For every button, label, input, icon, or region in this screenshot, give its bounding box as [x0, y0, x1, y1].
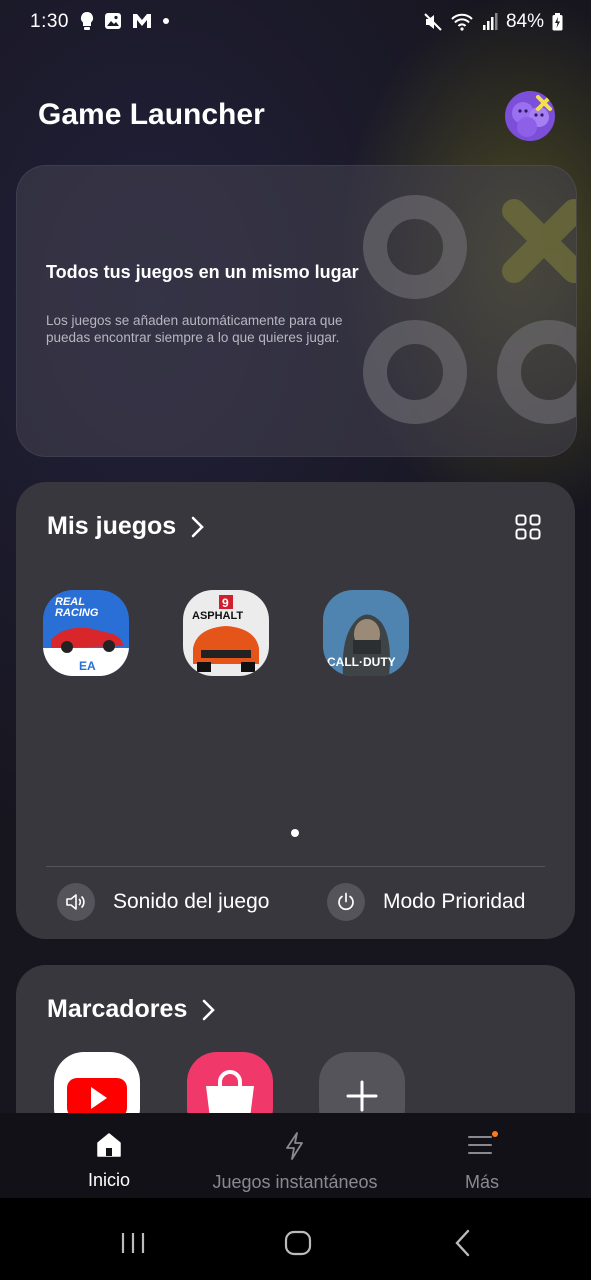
game-tile-text: 9: [222, 596, 229, 610]
bolt-icon: [286, 1132, 303, 1160]
chevron-right-icon: [191, 516, 205, 537]
game-tile-text: CALL·DUTY: [327, 655, 396, 669]
real-racing-icon: REAL RACING EA: [43, 590, 129, 676]
call-of-duty-icon: CALL·DUTY: [323, 590, 409, 676]
gallery-icon: [105, 13, 121, 29]
battery-percentage: 84%: [505, 11, 544, 32]
power-icon: [327, 883, 365, 921]
game-asphalt[interactable]: 9 ASPHALT: [183, 590, 269, 676]
bookmarks-title: Marcadores: [47, 995, 188, 1023]
signal-icon: [482, 13, 498, 30]
bottom-navigation: Inicio Juegos instantáneos Más: [0, 1113, 591, 1198]
banner-body: Los juegos se añaden automáticamente par…: [46, 313, 343, 345]
avatar-icon: [512, 95, 552, 137]
system-icons: 84%: [424, 11, 563, 33]
nav-more-label: Más: [464, 1172, 499, 1192]
profile-avatar[interactable]: [505, 91, 555, 141]
nav-instant-games[interactable]: Juegos instantáneos: [205, 1131, 385, 1193]
game-tile-text: EA: [79, 659, 96, 673]
nav-home[interactable]: Inicio: [68, 1131, 150, 1191]
back-icon[interactable]: [454, 1229, 472, 1257]
recent-apps-icon[interactable]: [120, 1231, 146, 1255]
game-sound-button[interactable]: Sonido del juego: [57, 883, 269, 921]
more-notifications-dot-icon: [163, 18, 169, 24]
notification-icons: [80, 12, 170, 30]
info-banner[interactable]: Todos tus juegos en un mismo lugar Los j…: [16, 165, 577, 457]
tictactoe-decoration-icon: [363, 195, 576, 424]
my-games-card: Mis juegos REAL RACING EA 9 ASPHALT CALL…: [16, 482, 575, 939]
game-sound-label: Sonido del juego: [113, 890, 270, 913]
game-tile-text: ASPHALT: [192, 610, 243, 622]
wifi-icon: [451, 13, 473, 31]
nav-more[interactable]: Más: [442, 1131, 522, 1193]
bulb-icon: [80, 12, 94, 30]
grid-view-icon[interactable]: [515, 514, 541, 540]
my-games-title: Mis juegos: [47, 512, 177, 540]
my-games-header[interactable]: Mis juegos: [47, 512, 205, 541]
nav-home-label: Inicio: [87, 1170, 131, 1190]
battery-charging-icon: [552, 13, 563, 31]
status-bar: 1:30 84%: [0, 0, 591, 44]
messages-icon: [133, 14, 151, 28]
game-real-racing[interactable]: REAL RACING EA: [43, 590, 129, 676]
menu-icon: [468, 1131, 498, 1154]
divider: [46, 866, 545, 867]
bookmarks-header[interactable]: Marcadores: [47, 995, 216, 1024]
home-button-icon[interactable]: [284, 1230, 312, 1256]
priority-mode-button[interactable]: Modo Prioridad: [327, 883, 525, 921]
speaker-icon: [57, 883, 95, 921]
status-time: 1:30: [30, 11, 69, 32]
asphalt-icon: 9 ASPHALT: [183, 590, 269, 676]
priority-mode-label: Modo Prioridad: [383, 890, 526, 913]
nav-instant-games-label: Juegos instantáneos: [212, 1172, 378, 1192]
banner-heading: Todos tus juegos en un mismo lugar: [46, 262, 359, 282]
game-tile-text: RACING: [55, 607, 99, 619]
page-title: Game Launcher: [38, 98, 265, 131]
mute-icon: [424, 13, 442, 31]
game-call-of-duty[interactable]: CALL·DUTY: [323, 590, 409, 676]
system-navigation-bar: [0, 1198, 591, 1280]
chevron-right-icon: [203, 999, 216, 1020]
home-icon: [97, 1133, 121, 1157]
page-indicator-dot: [291, 829, 299, 837]
